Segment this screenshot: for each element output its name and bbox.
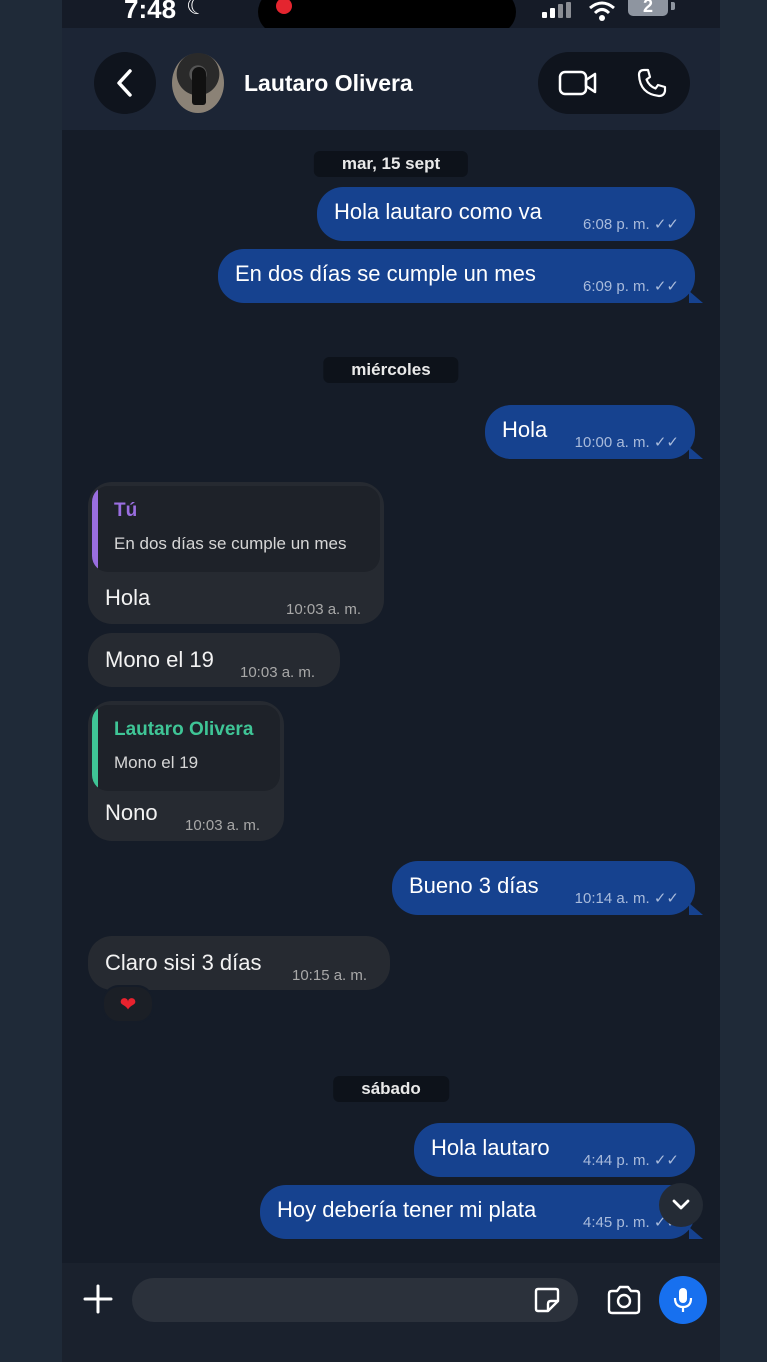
- plus-icon: [83, 1284, 113, 1314]
- chat-messages-area[interactable]: mar, 15 sept Hola lautaro como va 6:08 p…: [62, 130, 720, 1263]
- bubble-tail: [689, 291, 703, 303]
- quote-author: Lautaro Olivera: [114, 719, 254, 740]
- date-separator: miércoles: [323, 357, 459, 383]
- message-text: Hoy debería tener mi plata: [277, 1197, 537, 1222]
- bubble-tail: [689, 1227, 703, 1239]
- outgoing-message[interactable]: Hoy debería tener mi plata 4:45 p. m. ✓✓: [260, 1185, 703, 1239]
- video-camera-icon: [558, 70, 597, 96]
- bubble-tail: [689, 447, 703, 459]
- scroll-to-bottom-button[interactable]: [659, 1183, 703, 1227]
- voice-call-button[interactable]: [632, 66, 672, 100]
- contact-name[interactable]: Lautaro Olivera: [244, 70, 413, 97]
- sticker-button[interactable]: [532, 1285, 562, 1315]
- read-receipt-icon: ✓✓: [653, 890, 679, 907]
- message-time: 10:03 a. m.: [286, 601, 362, 618]
- voice-message-button[interactable]: [659, 1276, 707, 1324]
- reply-quote[interactable]: Lautaro Olivera Mono el 19: [92, 705, 280, 791]
- date-separator: mar, 15 sept: [313, 151, 469, 177]
- outgoing-message[interactable]: Bueno 3 días 10:14 a. m. ✓✓: [392, 861, 703, 915]
- message-text: Nono: [105, 800, 158, 825]
- back-arrow-icon: [117, 69, 132, 97]
- sticker-icon: [534, 1287, 560, 1313]
- phone-icon: [637, 68, 667, 98]
- heart-icon: ❤: [119, 993, 137, 1016]
- incoming-message[interactable]: Tú En dos días se cumple un mes Hola 10:…: [88, 482, 384, 624]
- message-composer: [62, 1263, 720, 1362]
- message-meta: 6:09 p. m. ✓✓: [583, 277, 679, 295]
- message-text: Hola lautaro: [431, 1135, 550, 1160]
- read-receipt-icon: ✓✓: [653, 216, 679, 233]
- quote-text: Mono el 19: [114, 753, 199, 772]
- status-time: 7:48: [124, 0, 177, 24]
- quote-bar: [92, 486, 98, 572]
- quote-bar: [92, 705, 98, 791]
- chevron-down-icon: [672, 1199, 690, 1210]
- read-receipt-icon: ✓✓: [653, 1152, 679, 1169]
- message-meta: 6:08 p. m. ✓✓: [583, 215, 679, 233]
- message-time: 10:14 a. m.: [574, 890, 650, 907]
- status-bar: 7:48 ☾ 2: [62, 0, 720, 34]
- message-time: 4:45 p. m.: [582, 1214, 650, 1231]
- message-time: 10:03 a. m.: [240, 664, 316, 681]
- message-time: 6:08 p. m.: [582, 216, 650, 233]
- message-text: Mono el 19: [105, 647, 214, 672]
- phone-screen: 7:48 ☾ 2 Lautaro Olivera mar, 15 sept Ho…: [62, 0, 720, 1362]
- do-not-disturb-moon-icon: ☾: [186, 0, 208, 20]
- outgoing-message[interactable]: Hola lautaro como va 6:08 p. m. ✓✓: [317, 187, 695, 241]
- battery-icon: 2: [628, 0, 668, 16]
- outgoing-message[interactable]: Hola 10:00 a. m. ✓✓: [485, 405, 703, 459]
- message-time: 10:00 a. m.: [574, 434, 650, 451]
- camera-icon: [607, 1285, 641, 1315]
- quote-author: Tú: [114, 500, 138, 521]
- message-time: 10:03 a. m.: [185, 817, 261, 834]
- avatar-figure: [192, 67, 206, 105]
- attach-button[interactable]: [80, 1281, 116, 1317]
- message-text: En dos días se cumple un mes: [235, 261, 536, 286]
- wifi-icon: [589, 1, 615, 21]
- video-call-button[interactable]: [556, 66, 600, 100]
- message-meta: 10:14 a. m. ✓✓: [575, 889, 679, 907]
- cellular-signal-icon: [542, 2, 578, 18]
- incoming-message[interactable]: Mono el 19 10:03 a. m.: [88, 633, 340, 687]
- read-receipt-icon: ✓✓: [653, 278, 679, 295]
- message-reaction[interactable]: ❤: [102, 985, 154, 1023]
- battery-cap: [671, 2, 675, 10]
- outgoing-message[interactable]: Hola lautaro 4:44 p. m. ✓✓: [414, 1123, 695, 1177]
- message-text: Hola lautaro como va: [334, 199, 542, 224]
- recording-indicator-icon: [276, 0, 292, 14]
- message-time: 6:09 p. m.: [582, 278, 650, 295]
- back-button[interactable]: [94, 52, 156, 114]
- message-meta: 4:44 p. m. ✓✓: [583, 1151, 679, 1169]
- message-time: 10:15 a. m.: [292, 967, 368, 984]
- call-buttons-group: [538, 52, 690, 114]
- message-meta: 10:00 a. m. ✓✓: [575, 433, 679, 451]
- read-receipt-icon: ✓✓: [653, 434, 679, 451]
- incoming-message[interactable]: Lautaro Olivera Mono el 19 Nono 10:03 a.…: [88, 701, 284, 841]
- message-text: Hola: [105, 585, 151, 610]
- microphone-icon: [673, 1288, 693, 1312]
- date-separator: sábado: [333, 1076, 449, 1102]
- quote-text: En dos días se cumple un mes: [114, 534, 347, 553]
- message-text: Hola: [502, 417, 548, 442]
- chat-header: Lautaro Olivera: [62, 28, 720, 130]
- reply-quote[interactable]: Tú En dos días se cumple un mes: [92, 486, 380, 572]
- outgoing-message[interactable]: En dos días se cumple un mes 6:09 p. m. …: [218, 249, 703, 303]
- message-input[interactable]: [132, 1278, 578, 1322]
- camera-button[interactable]: [604, 1283, 644, 1317]
- message-time: 4:44 p. m.: [582, 1152, 650, 1169]
- bubble-tail: [689, 903, 703, 915]
- message-text: Claro sisi 3 días: [105, 950, 262, 975]
- message-text: Bueno 3 días: [409, 873, 539, 898]
- incoming-message[interactable]: Claro sisi 3 días 10:15 a. m.: [88, 936, 390, 990]
- contact-avatar[interactable]: [172, 53, 224, 113]
